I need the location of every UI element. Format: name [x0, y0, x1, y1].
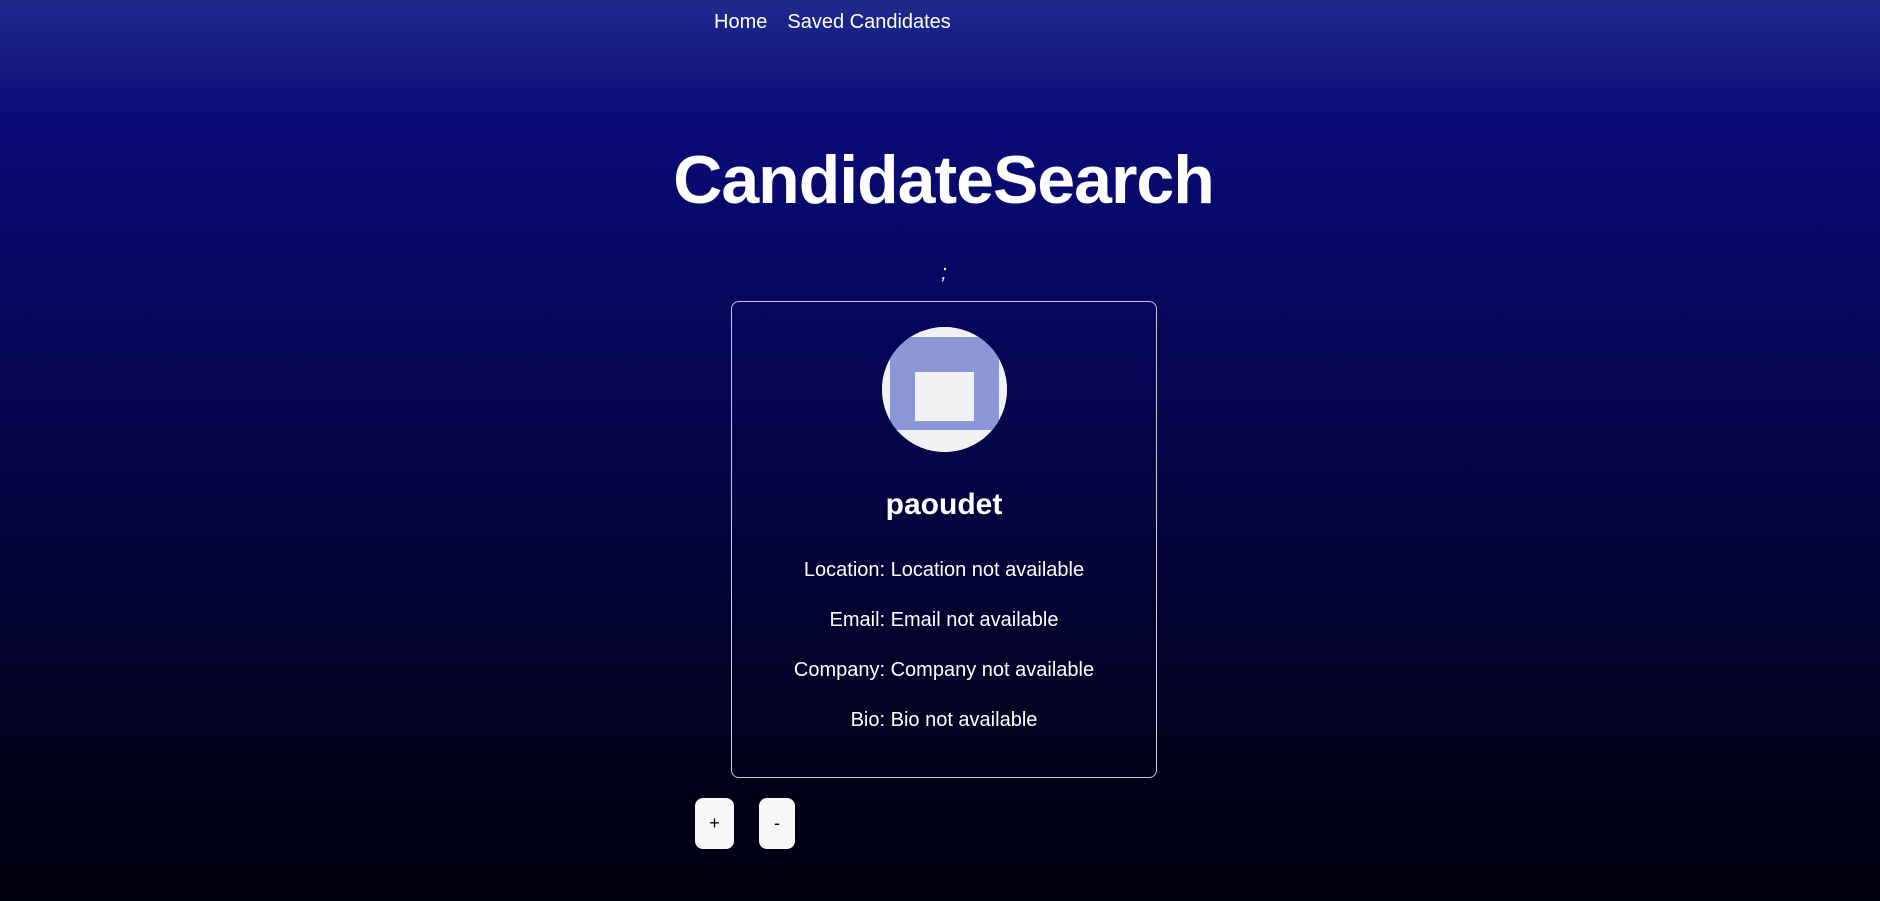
nav-link-home[interactable]: Home: [714, 10, 767, 34]
remove-candidate-button[interactable]: -: [759, 798, 795, 849]
candidate-card: paoudet Location: Location not available…: [731, 301, 1157, 778]
candidate-location: Location: Location not available: [803, 559, 1085, 581]
stray-separator-text: ;: [941, 262, 947, 284]
identicon-avatar-icon: [882, 327, 1007, 452]
top-nav: Home Saved Candidates: [714, 10, 951, 34]
avatar: [882, 327, 1007, 452]
nav-link-saved-candidates[interactable]: Saved Candidates: [787, 10, 950, 34]
add-candidate-button[interactable]: +: [695, 798, 734, 849]
page-title: CandidateSearch: [673, 142, 1215, 218]
candidate-bio: Bio: Bio not available: [850, 709, 1038, 731]
candidate-email: Email: Email not available: [829, 609, 1059, 631]
candidate-username: paoudet: [885, 488, 1003, 521]
candidate-company: Company: Company not available: [793, 659, 1095, 681]
